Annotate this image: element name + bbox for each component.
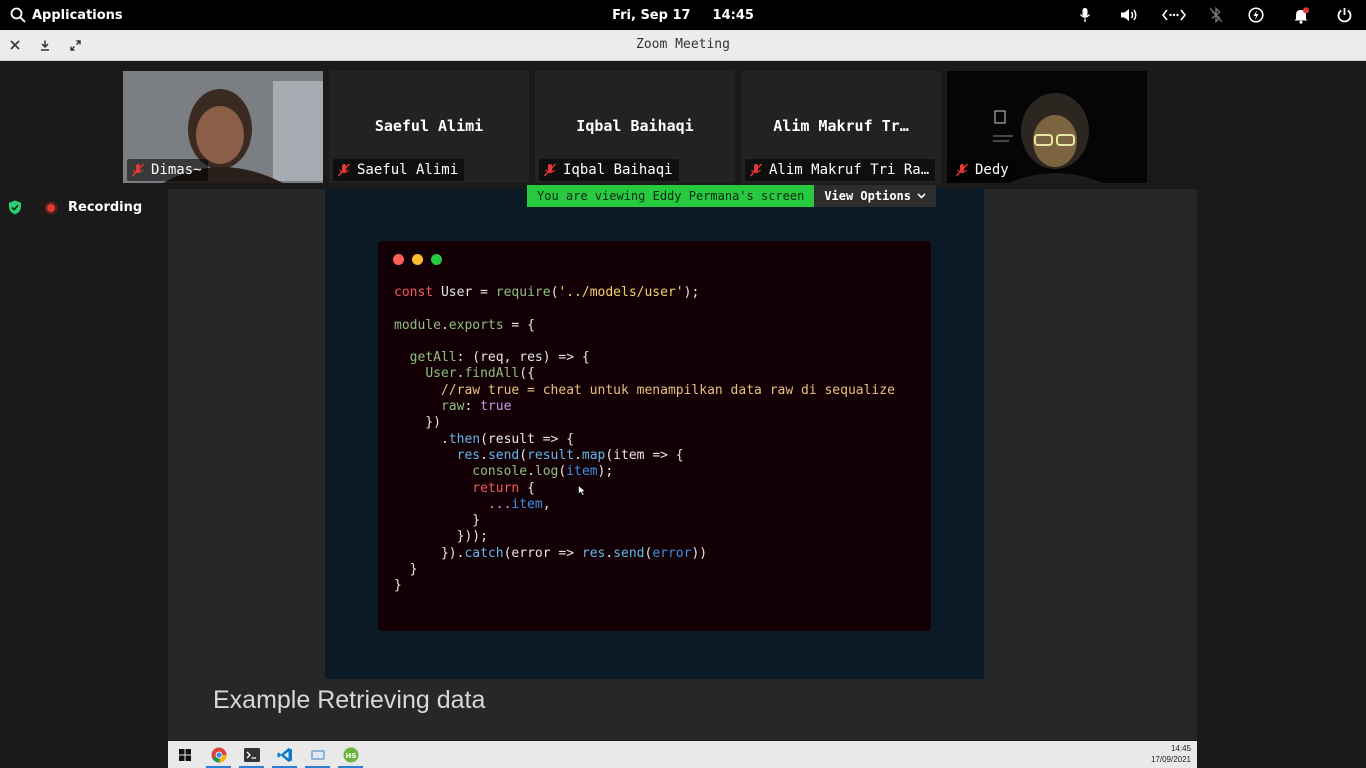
mic-off-icon: [544, 163, 556, 177]
mouse-cursor-icon: [578, 485, 586, 496]
mic-off-icon: [338, 163, 350, 177]
code-line: raw: true: [440, 399, 512, 415]
applications-label: Applications: [32, 7, 123, 23]
code-line: const User = require('../models/user');: [394, 285, 700, 300]
mic-off-icon: [956, 163, 968, 177]
window-title: Zoom Meeting: [636, 37, 730, 52]
notification-icon[interactable]: [1288, 0, 1314, 30]
bluetooth-off-icon[interactable]: [1203, 0, 1229, 30]
participant-tile[interactable]: Alim Makruf Tr… Alim Makruf Tri Ra…: [741, 71, 941, 183]
chrome-icon[interactable]: [202, 741, 235, 768]
mic-off-icon: [132, 163, 144, 177]
taskbar-clock[interactable]: 14:45 17/09/2021: [1151, 743, 1191, 765]
participant-tile[interactable]: Dedy: [947, 71, 1147, 183]
participant-name: Iqbal Baihaqi: [563, 162, 673, 178]
minimize-icon[interactable]: [37, 37, 53, 53]
window-title-bar: Zoom Meeting: [0, 30, 1366, 61]
participant-name: Dedy: [975, 162, 1009, 178]
power-icon[interactable]: [1331, 0, 1357, 30]
terminal-icon[interactable]: [235, 741, 268, 768]
participant-tile[interactable]: Dimas~: [123, 71, 323, 183]
mic-off-icon: [750, 163, 762, 177]
close-dot-icon: [393, 254, 404, 265]
maximize-dot-icon: [431, 254, 442, 265]
code-line: module.exports = {: [394, 317, 535, 333]
code-line: }: [394, 562, 418, 578]
svg-text:HS: HS: [345, 752, 356, 760]
taskbar-date: 17/09/2021: [1150, 755, 1191, 764]
app-icon[interactable]: [301, 741, 334, 768]
code-line: .then(result => {: [394, 431, 575, 447]
code-line: User.findAll({: [425, 366, 535, 382]
view-options-label: View Options: [824, 189, 912, 203]
system-top-bar: Applications Fri, Sep 17 14:45: [0, 0, 1366, 30]
speed-icon[interactable]: [1243, 0, 1269, 30]
view-options-button[interactable]: View Options: [814, 185, 937, 207]
participant-label: Dedy: [951, 159, 1015, 181]
meeting-stage: Dimas~ Saeful Alimi Saeful Alimi Iqbal B…: [0, 61, 1366, 768]
taskbar-time: 14:45: [1170, 744, 1191, 753]
vscode-icon[interactable]: [268, 741, 301, 768]
recording-indicator: Recording: [8, 200, 142, 215]
participant-label: Saeful Alimi: [333, 159, 465, 181]
code-block: const User = require('../models/user'); …: [394, 285, 895, 595]
recording-label: Recording: [68, 200, 143, 215]
close-icon[interactable]: [7, 37, 23, 53]
code-line: ...item,: [487, 496, 551, 512]
minimize-dot-icon: [412, 254, 423, 265]
participant-label: Iqbal Baihaqi: [539, 159, 679, 181]
slide-title: Example Retrieving data: [213, 686, 486, 714]
shared-taskbar: HS 14:45 17/09/2021: [168, 741, 1197, 768]
recording-status[interactable]: Recording: [44, 200, 142, 215]
date-text: Fri, Sep 17: [612, 7, 691, 23]
participant-tile[interactable]: Saeful Alimi Saeful Alimi: [329, 71, 529, 183]
code-line: }));: [394, 529, 488, 545]
microphone-icon[interactable]: [1072, 0, 1098, 30]
participant-center-name: Iqbal Baihaqi: [576, 117, 694, 135]
slide: const User = require('../models/user'); …: [325, 189, 984, 679]
participant-name: Saeful Alimi: [357, 162, 459, 178]
code-line: }).catch(error => res.send(error)): [394, 545, 708, 561]
participant-tile[interactable]: Iqbal Baihaqi Iqbal Baihaqi: [535, 71, 735, 183]
shared-screen[interactable]: const User = require('../models/user'); …: [168, 185, 1197, 740]
time-text: 14:45: [712, 7, 754, 23]
hs-icon[interactable]: HS: [334, 741, 367, 768]
search-icon: [10, 7, 26, 23]
windows-start-icon[interactable]: [168, 741, 201, 768]
participant-center-name: Alim Makruf Tr…: [773, 117, 909, 135]
chevron-down-icon: [917, 193, 926, 199]
participant-label: Dimas~: [127, 159, 208, 181]
volume-icon[interactable]: [1117, 0, 1143, 30]
code-window: const User = require('../models/user'); …: [378, 241, 931, 631]
code-line: getAll: (req, res) => {: [409, 350, 590, 366]
participant-label: Alim Makruf Tri Ra…: [745, 159, 936, 181]
viewing-screen-label: You are viewing Eddy Permana's screen: [527, 185, 815, 207]
participant-name: Dimas~: [151, 162, 202, 178]
participant-center-name: Saeful Alimi: [374, 117, 484, 135]
participant-name: Alim Makruf Tri Ra…: [769, 162, 930, 178]
code-line: }): [394, 415, 441, 431]
shield-icon[interactable]: [8, 200, 22, 215]
code-line: console.log(item);: [472, 464, 614, 480]
restore-icon[interactable]: [67, 37, 83, 53]
code-line: }: [394, 578, 402, 594]
screen-share-banner: You are viewing Eddy Permana's screen Vi…: [527, 185, 937, 207]
applications-menu[interactable]: Applications: [10, 0, 123, 30]
code-line: res.send(result.map(item => {: [456, 447, 684, 463]
record-dot-icon: [44, 201, 58, 214]
network-icon[interactable]: [1161, 0, 1187, 30]
code-line: return {: [472, 480, 535, 496]
code-line: }: [394, 513, 481, 529]
code-line: //raw true = cheat untuk menampilkan dat…: [440, 382, 895, 398]
